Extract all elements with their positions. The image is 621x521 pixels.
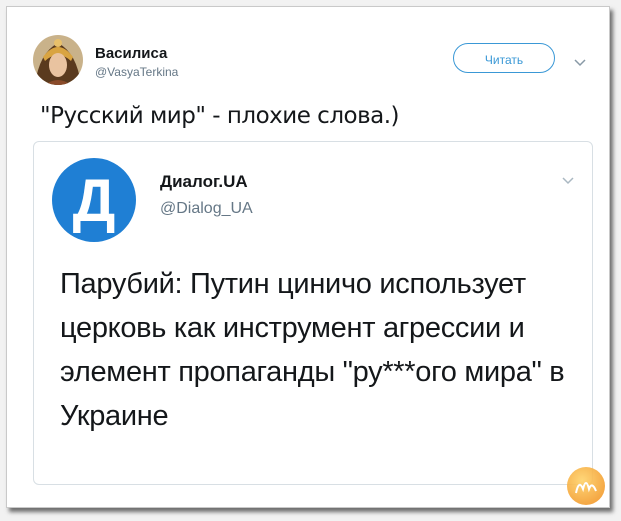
nyka-watermark-icon	[567, 467, 605, 505]
quoted-author-name[interactable]: Диалог.UA	[160, 172, 248, 192]
quoted-tweet-text: Парубий: Путин циничо использует церковь…	[60, 268, 565, 432]
tweet-screenshot-frame: Василиса @VasyaTerkina Читать "Русский м…	[6, 6, 610, 508]
dialog-ua-logo[interactable]: Д	[52, 158, 136, 242]
chevron-down-icon[interactable]	[562, 172, 574, 190]
logo-letter: Д	[72, 167, 116, 234]
woman-portrait-avatar-icon	[33, 35, 83, 85]
tweet-text: "Русский мир" - плохие слова.)	[40, 103, 400, 129]
follow-button[interactable]: Читать	[453, 43, 555, 73]
chevron-down-icon[interactable]	[574, 54, 586, 72]
author-handle[interactable]: @VasyaTerkina	[95, 65, 178, 79]
author-avatar[interactable]	[33, 35, 83, 85]
quoted-author-handle[interactable]: @Dialog_UA	[160, 200, 253, 218]
author-name[interactable]: Василиса	[95, 45, 167, 62]
quoted-tweet-card[interactable]: Д Диалог.UA @Dialog_UA Парубий: Путин ци…	[33, 141, 593, 485]
